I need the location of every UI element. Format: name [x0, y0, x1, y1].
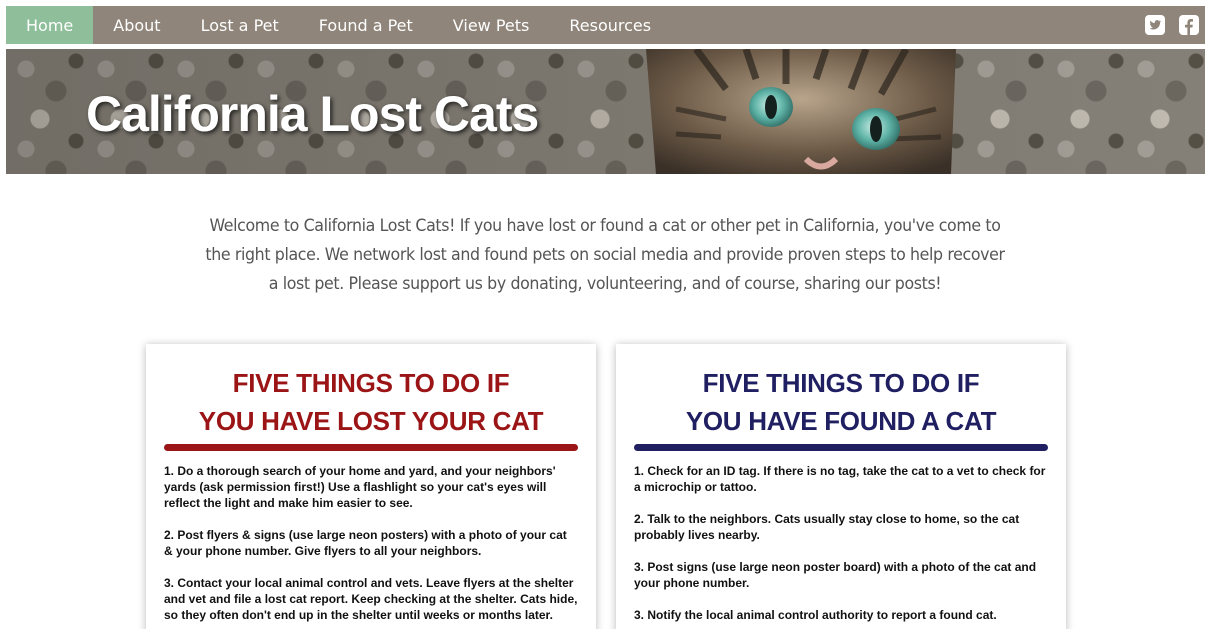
intro-text: Welcome to California Lost Cats! If you … — [205, 216, 1005, 294]
nav-item-about[interactable]: About — [93, 6, 180, 44]
nav-item-view-pets[interactable]: View Pets — [433, 6, 550, 44]
nav-item-found-a-pet[interactable]: Found a Pet — [299, 6, 433, 44]
found-cat-divider — [634, 444, 1048, 451]
nav-item-resources[interactable]: Resources — [549, 6, 671, 44]
nav-item-home[interactable]: Home — [6, 6, 94, 44]
list-item: 3. Notify the local animal control autho… — [634, 608, 997, 622]
cat-face-image — [646, 49, 956, 174]
lost-cat-card: FIVE THINGS TO DO IF YOU HAVE LOST YOUR … — [146, 344, 596, 629]
nav-item-lost-a-pet[interactable]: Lost a Pet — [181, 6, 299, 44]
list-item: 2. Post flyers & signs (use large neon p… — [164, 528, 567, 558]
lost-cat-title-line1: FIVE THINGS TO DO IF — [232, 368, 510, 398]
list-item: 3. Post signs (use large neon poster boa… — [634, 560, 1037, 590]
lost-cat-divider — [164, 444, 578, 451]
social-links — [1145, 6, 1205, 44]
list-item: 1. Check for an ID tag. If there is no t… — [634, 464, 1046, 494]
lost-cat-card-title: FIVE THINGS TO DO IF YOU HAVE LOST YOUR … — [146, 364, 596, 440]
list-item: 1. Do a thorough search of your home and… — [164, 464, 556, 510]
found-cat-card: FIVE THINGS TO DO IF YOU HAVE FOUND A CA… — [616, 344, 1066, 629]
hero-banner: California Lost Cats — [6, 49, 1205, 174]
found-cat-steps: 1. Check for an ID tag. If there is no t… — [616, 451, 1066, 623]
main-nav: Home About Lost a Pet Found a Pet View P… — [6, 6, 1205, 44]
found-cat-card-title: FIVE THINGS TO DO IF YOU HAVE FOUND A CA… — [616, 364, 1066, 440]
lost-cat-title-line2: YOU HAVE LOST YOUR CAT — [198, 406, 544, 436]
found-cat-title-line2: YOU HAVE FOUND A CAT — [685, 406, 997, 436]
twitter-icon[interactable] — [1145, 15, 1165, 35]
list-item: 3. Contact your local animal control and… — [164, 576, 578, 622]
lost-cat-steps: 1. Do a thorough search of your home and… — [146, 451, 596, 623]
page-title: California Lost Cats — [86, 86, 539, 142]
facebook-icon[interactable] — [1179, 15, 1199, 35]
list-item: 2. Talk to the neighbors. Cats usually s… — [634, 512, 1020, 542]
found-cat-title-line1: FIVE THINGS TO DO IF — [702, 368, 980, 398]
